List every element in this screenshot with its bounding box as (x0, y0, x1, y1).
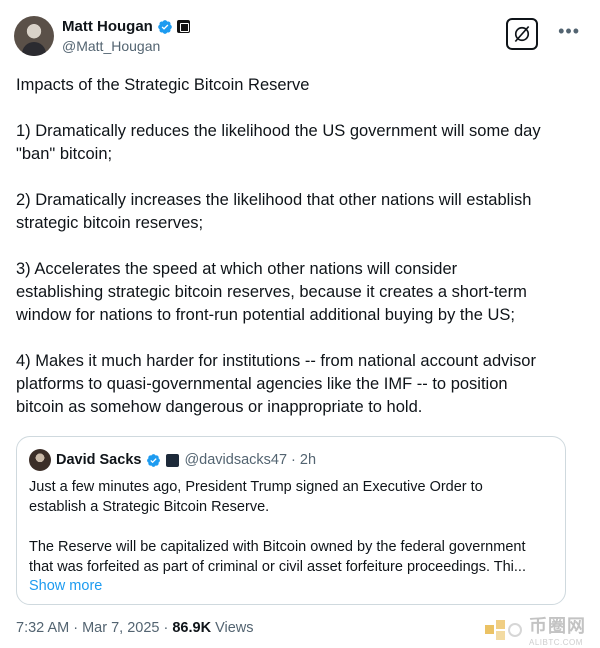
quoted-tweet[interactable]: David Sacks @davidsacks47 · 2h Just a fe… (16, 436, 566, 605)
watermark-sub: ALIBTC.COM (529, 638, 583, 647)
affiliate-badge-icon (176, 20, 190, 33)
watermark-logo-icon (485, 619, 522, 640)
quoted-tweet-header: David Sacks @davidsacks47 · 2h (29, 449, 553, 471)
tweet-timestamp[interactable]: 7:32 AM · Mar 7, 2025 · (16, 620, 172, 636)
quoted-handle-time: @davidsacks47 · 2h (184, 452, 317, 468)
author-name-row: Matt Hougan (62, 18, 190, 35)
author-avatar[interactable] (14, 16, 54, 56)
tweet-header: Matt Hougan @Matt_Hougan ••• (14, 14, 586, 60)
tweet-paragraph: 4) Makes it much harder for institutions… (16, 352, 536, 416)
quoted-paragraph: The Reserve will be capitalized with Bit… (29, 539, 526, 575)
author-name-block: Matt Hougan @Matt_Hougan (62, 18, 190, 54)
more-options-icon[interactable]: ••• (558, 22, 580, 40)
affiliate-badge-icon (166, 453, 180, 467)
tweet-paragraph: 3) Accelerates the speed at which other … (16, 260, 527, 324)
watermark-main: 币圈网 (529, 616, 586, 636)
quoted-author-name: David Sacks (56, 452, 142, 468)
tweet-paragraph: 1) Dramatically reduces the likelihood t… (16, 122, 541, 163)
verified-badge-icon (157, 19, 172, 34)
tweet-paragraph: 2) Dramatically increases the likelihood… (16, 191, 532, 232)
author-display-name[interactable]: Matt Hougan (62, 18, 153, 35)
grok-icon[interactable] (506, 18, 538, 50)
tweet-text: Impacts of the Strategic Bitcoin Reserve… (16, 74, 576, 419)
watermark-text: 币圈网 ALIBTC.COM (529, 612, 586, 647)
verified-badge-icon (147, 453, 161, 467)
views-count: 86.9K (172, 620, 212, 636)
tweet-meta: 7:32 AM · Mar 7, 2025 · 86.9K Views (16, 620, 254, 636)
quoted-tweet-body: Just a few minutes ago, President Trump … (29, 477, 553, 577)
views-label: Views (211, 620, 254, 636)
quoted-paragraph: Just a few minutes ago, President Trump … (29, 479, 483, 515)
show-more-link[interactable]: Show more (29, 578, 553, 594)
tweet-paragraph: Impacts of the Strategic Bitcoin Reserve (16, 76, 310, 94)
quoted-author-avatar (29, 449, 51, 471)
grok-glyph-icon (514, 25, 530, 43)
author-handle[interactable]: @Matt_Hougan (62, 38, 190, 54)
site-watermark: 币圈网 ALIBTC.COM (483, 612, 586, 647)
